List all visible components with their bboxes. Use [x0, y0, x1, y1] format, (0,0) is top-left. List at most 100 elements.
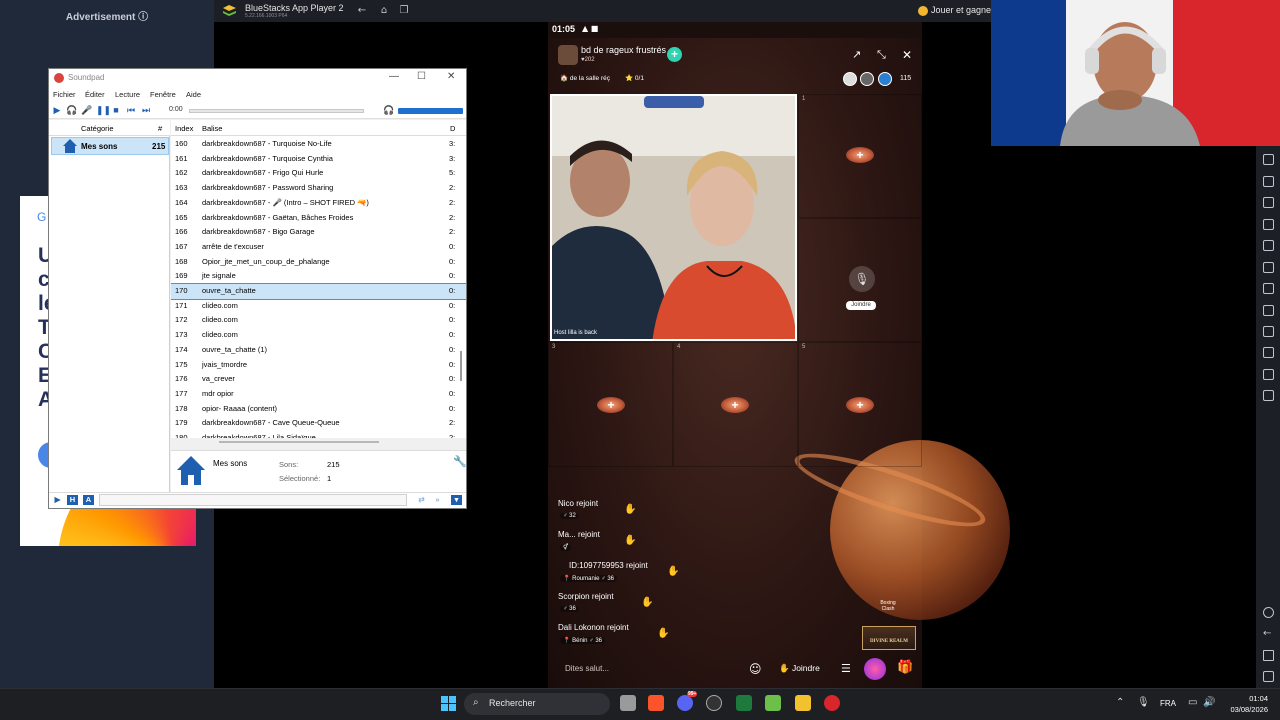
sidebar-tool-icon[interactable] [1263, 326, 1274, 337]
sound-row[interactable]: 179 darkbreakdown687 - Cave Queue-Queue 2: [171, 416, 466, 431]
hotkey-a-icon[interactable]: A [83, 495, 94, 505]
wave-icon[interactable]: ✋ [667, 566, 679, 577]
viewer-avatar[interactable] [843, 72, 857, 86]
sidebar-tool-icon[interactable] [1263, 369, 1274, 380]
menu-editer[interactable]: Éditer [85, 90, 105, 99]
count-column-header[interactable]: # [158, 124, 162, 133]
menu-aide[interactable]: Aide [186, 90, 201, 99]
sound-row[interactable]: 167 arrête de t'excuser 0: [171, 240, 466, 255]
sidebar-tool-icon[interactable] [1263, 390, 1274, 401]
sidebar-tool-icon[interactable] [1263, 219, 1274, 230]
home-icon[interactable] [1263, 650, 1274, 661]
sidebar-tool-icon[interactable] [1263, 154, 1274, 165]
menu-lecture[interactable]: Lecture [115, 90, 140, 99]
minimize-icon[interactable]: ⤡ [877, 48, 886, 62]
network-icon[interactable]: ▭ [1188, 697, 1197, 708]
sound-row[interactable]: 172 clideo.com 0: [171, 313, 466, 328]
windows-start-icon[interactable] [441, 696, 456, 711]
seat-add-icon[interactable]: + [721, 397, 749, 413]
sound-row[interactable]: 161 darkbreakdown687 - Turquoise Cynthia 3… [171, 152, 466, 167]
horizontal-scrollbar[interactable] [219, 441, 379, 443]
sound-row[interactable]: 178 opior- Raaaa (content) 0: [171, 402, 466, 417]
game-icon[interactable] [864, 658, 886, 680]
menu-fichier[interactable]: Fichier [53, 90, 76, 99]
seat-add-icon[interactable]: + [597, 397, 625, 413]
maximize-button[interactable]: ☐ [417, 71, 426, 82]
file-explorer-icon[interactable] [620, 695, 636, 711]
emoji-icon[interactable]: ☺ [749, 662, 762, 676]
microphone-icon[interactable]: 🎤 [81, 105, 92, 115]
sound-row[interactable]: 168 Opior_jte_met_un_coup_de_phalange 0: [171, 255, 466, 270]
follow-room-button[interactable]: + [667, 47, 682, 62]
menu-icon[interactable]: ☰ [841, 662, 851, 675]
sidebar-tool-icon[interactable] [1263, 197, 1274, 208]
viewer-avatar[interactable] [860, 72, 874, 86]
index-column-header[interactable]: Index [175, 124, 193, 133]
wave-icon[interactable]: ✋ [624, 504, 636, 515]
chat-user[interactable]: ID:1097759953 [569, 561, 624, 570]
volume-icon[interactable]: 🔊 [1203, 697, 1215, 708]
play-small-icon[interactable]: ▶ [52, 495, 63, 505]
back-icon[interactable]: ← [356, 5, 368, 17]
gift-icon[interactable]: 🎁 [897, 660, 913, 675]
boxing-clash-game[interactable]: Boxing Clash [874, 600, 902, 612]
app-icon[interactable] [824, 695, 840, 711]
discord-icon[interactable] [677, 695, 693, 711]
hotkey-h-icon[interactable]: H [67, 495, 78, 505]
taskbar-search[interactable] [464, 693, 610, 715]
headphones-icon[interactable]: 🎧 [66, 105, 77, 115]
sound-row[interactable]: 160 darkbreakdown687 - Turquoise No-Life 3… [171, 137, 466, 152]
sidebar-tool-icon[interactable] [1263, 347, 1274, 358]
divine-realm-game[interactable]: DIVINE REALM [862, 626, 916, 650]
sound-row[interactable]: 173 clideo.com 0: [171, 328, 466, 343]
volume-slider[interactable] [398, 108, 463, 114]
duration-column-header[interactable]: D [450, 124, 455, 133]
viewer-count[interactable]: 115 [900, 75, 911, 82]
sound-row[interactable]: 180 darkbreakdown687 - Lila Sidaïque 2: [171, 431, 466, 438]
app-icon[interactable] [765, 695, 781, 711]
chat-input[interactable]: Dites salut... [565, 664, 609, 673]
bluestacks-taskbar-icon[interactable] [795, 695, 811, 711]
pause-icon[interactable]: ❚❚ [96, 105, 111, 115]
app-icon[interactable] [706, 695, 722, 711]
wave-icon[interactable]: ✋ [641, 597, 653, 608]
close-button[interactable]: ✕ [447, 71, 455, 82]
sound-row[interactable]: 177 mdr opior 0: [171, 387, 466, 402]
volume-headphones-icon[interactable]: 🎧 [383, 105, 394, 116]
join-button[interactable]: ✋ Joindre [779, 663, 820, 674]
tray-chevron-icon[interactable]: ⌃ [1116, 697, 1124, 708]
join-seat-label[interactable]: Joindre [846, 301, 876, 310]
recent-apps-icon[interactable]: ❐ [398, 5, 410, 17]
room-star-tag[interactable]: ⭐ 0/1 [625, 74, 644, 82]
sound-row[interactable]: 169 jte signale 0: [171, 269, 466, 284]
brave-browser-icon[interactable] [648, 695, 664, 711]
seat-add-icon[interactable]: + [846, 147, 874, 163]
sound-row[interactable]: 174 ouvre_ta_chatte (1) 0: [171, 343, 466, 358]
sound-row[interactable]: 163 darkbreakdown687 - Password Sharing 2: [171, 181, 466, 196]
chat-user[interactable]: Scorpion [558, 592, 590, 601]
bottom-input[interactable] [99, 494, 407, 506]
sidebar-tool-icon[interactable] [1263, 176, 1274, 187]
sidebar-tool-icon[interactable] [1263, 305, 1274, 316]
microphone-tray-icon[interactable]: 🎙 [1137, 697, 1150, 708]
sidebar-tool-icon[interactable] [1263, 240, 1274, 251]
back-arrow-icon[interactable]: ← [1263, 628, 1274, 639]
sound-row[interactable]: 175 jvais_tmordre 0: [171, 358, 466, 373]
room-tag[interactable]: 🏠 de la salle réç [560, 74, 610, 82]
home-icon[interactable]: ⌂ [378, 5, 390, 17]
room-avatar[interactable] [558, 45, 578, 65]
sound-row[interactable]: 165 darkbreakdown687 - Gaëtan, Bâches Fro… [171, 211, 466, 226]
next-icon[interactable]: ⏭ [141, 105, 151, 115]
chat-user[interactable]: Dali Lokonon [558, 623, 605, 632]
sound-row[interactable]: 176 va_crever 0: [171, 372, 466, 387]
seek-bar[interactable] [189, 109, 364, 113]
sound-row[interactable]: 164 darkbreakdown687 - 🎤 (Intro – SHOT FI… [171, 196, 466, 211]
forward-icon[interactable]: » [432, 495, 443, 505]
viewer-avatar[interactable] [878, 72, 892, 86]
share-icon[interactable]: ↗ [852, 48, 861, 61]
settings-icon[interactable] [1263, 607, 1274, 618]
sound-row[interactable]: 171 clideo.com 0: [171, 299, 466, 314]
wrench-icon[interactable]: 🔧 [453, 455, 467, 468]
play-win-link[interactable]: Jouer et gagner [931, 5, 994, 15]
microphone-icon[interactable]: 🎙 [849, 266, 875, 292]
